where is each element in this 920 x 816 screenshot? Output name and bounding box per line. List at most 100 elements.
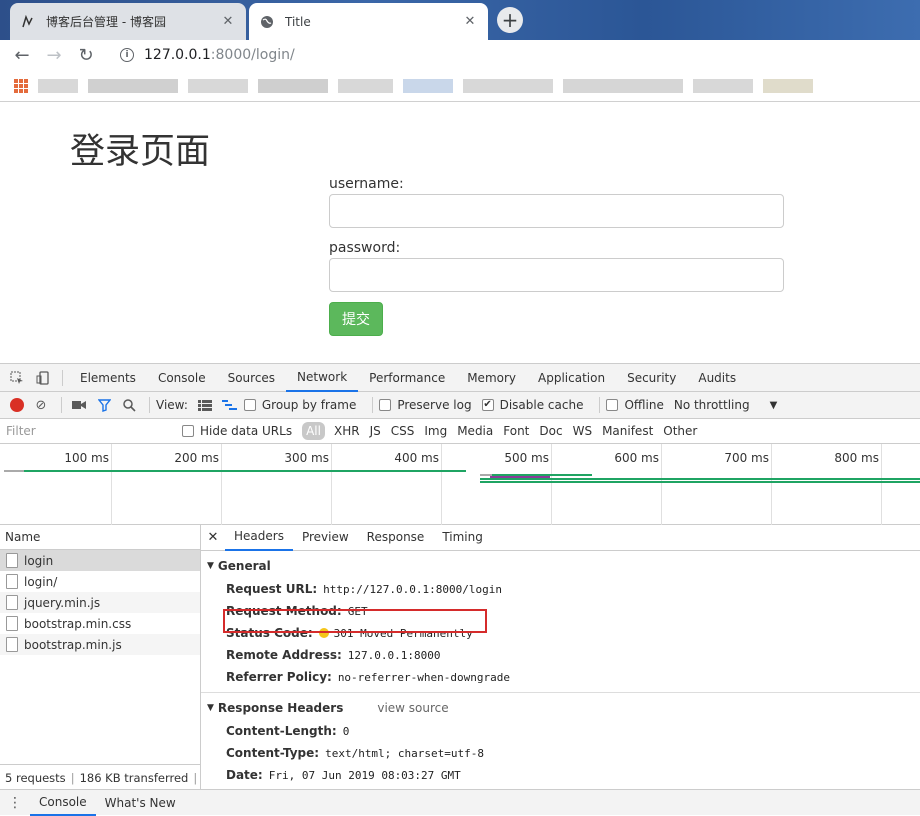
clear-icon[interactable]: ⊘ (30, 394, 52, 416)
tab-memory[interactable]: Memory (456, 364, 527, 392)
submit-button[interactable]: 提交 (329, 302, 383, 336)
forward-arrow-icon: → (46, 44, 62, 66)
tab-preview[interactable]: Preview (293, 524, 358, 551)
back-button[interactable]: ← (6, 41, 38, 69)
tab-close-icon[interactable]: ✕ (462, 14, 478, 29)
filter-input[interactable]: Filter (2, 421, 170, 441)
general-title: General (217, 559, 271, 573)
offline-checkbox[interactable]: Offline (606, 398, 664, 412)
offline-label: Offline (624, 398, 664, 412)
checkbox-checked-icon: ✔ (481, 399, 494, 411)
drawer-tab-console[interactable]: Console (30, 790, 96, 816)
tab-audits[interactable]: Audits (687, 364, 747, 392)
screenshot-capture-icon[interactable] (68, 394, 90, 416)
tab-network[interactable]: Network (286, 364, 359, 392)
filter-type-img[interactable]: Img (419, 424, 452, 438)
password-input[interactable] (329, 258, 784, 292)
device-toolbar-icon[interactable] (30, 364, 56, 392)
record-icon[interactable] (10, 398, 24, 412)
group-by-frame-checkbox[interactable]: Group by frame (243, 398, 356, 412)
blurred-bookmark[interactable] (463, 78, 553, 93)
filter-type-doc[interactable]: Doc (534, 424, 567, 438)
browser-tab-title[interactable]: Title ✕ (249, 3, 488, 40)
tab-close-icon[interactable]: ✕ (220, 14, 236, 29)
inspect-element-icon[interactable] (4, 364, 30, 392)
tab-security[interactable]: Security (616, 364, 687, 392)
tab-application[interactable]: Application (527, 364, 616, 392)
apps-icon[interactable] (14, 78, 28, 93)
close-details-icon[interactable]: ✕ (201, 530, 225, 545)
blurred-bookmark[interactable] (693, 78, 753, 93)
view-source-link[interactable]: view source (377, 701, 448, 715)
status-code-highlight-box (223, 609, 487, 633)
filter-type-font[interactable]: Font (498, 424, 534, 438)
tab-performance[interactable]: Performance (358, 364, 456, 392)
document-icon (6, 595, 18, 610)
reload-button[interactable]: ↻ (70, 41, 102, 69)
filter-type-js[interactable]: JS (365, 424, 386, 438)
filter-type-ws[interactable]: WS (568, 424, 597, 438)
disable-cache-checkbox[interactable]: ✔ Disable cache (481, 398, 583, 412)
blurred-bookmark[interactable] (338, 78, 393, 93)
name-column-header[interactable]: Name (0, 524, 200, 550)
back-arrow-icon: ← (14, 44, 30, 66)
document-icon (6, 616, 18, 631)
filter-icon[interactable] (93, 394, 115, 416)
timeline-request-bar (480, 478, 920, 480)
blurred-bookmark[interactable] (763, 78, 813, 93)
filter-type-xhr[interactable]: XHR (329, 424, 365, 438)
network-overview-timeline[interactable]: 100 ms 200 ms 300 ms 400 ms 500 ms 600 m… (0, 444, 920, 525)
drawer-tab-whats-new[interactable]: What's New (96, 790, 185, 816)
blurred-bookmark[interactable] (258, 78, 328, 93)
header-key: Request URL: (226, 582, 318, 596)
request-row-bootstrap-css[interactable]: bootstrap.min.css (0, 613, 200, 634)
browser-tab-cnblogs[interactable]: 博客后台管理 - 博客园 ✕ (10, 3, 246, 40)
blurred-bookmark[interactable] (563, 78, 683, 93)
tab-headers[interactable]: Headers (225, 524, 293, 551)
blurred-bookmark[interactable] (38, 78, 78, 93)
site-info-icon[interactable]: i (120, 48, 134, 62)
request-row-jquery[interactable]: jquery.min.js (0, 592, 200, 613)
header-value: 0 (342, 724, 350, 738)
forward-button[interactable]: → (38, 41, 70, 69)
username-input[interactable] (329, 194, 784, 228)
preserve-log-label: Preserve log (397, 398, 472, 412)
filter-type-media[interactable]: Media (452, 424, 498, 438)
header-key: Remote Address: (226, 648, 342, 662)
request-row-bootstrap-js[interactable]: bootstrap.min.js (0, 634, 200, 655)
address-bar[interactable]: i 127.0.0.1 :8000/login/ (108, 42, 920, 68)
preserve-log-checkbox[interactable]: Preserve log (379, 398, 472, 412)
header-key: Date: (226, 768, 263, 782)
new-tab-button[interactable]: + (497, 7, 523, 33)
blurred-bookmark[interactable] (88, 78, 178, 93)
filter-type-css[interactable]: CSS (386, 424, 420, 438)
collapse-triangle-icon: ▼ (207, 703, 214, 713)
document-icon (6, 553, 18, 568)
filter-type-other[interactable]: Other (658, 424, 702, 438)
request-row-login-slash[interactable]: login/ (0, 571, 200, 592)
url-host: 127.0.0.1 (144, 47, 211, 63)
dropdown-arrow-icon[interactable]: ▼ (770, 400, 778, 411)
hide-data-urls-checkbox[interactable]: Hide data URLs (182, 424, 292, 438)
drawer-menu-icon[interactable]: ⋮ (0, 795, 30, 811)
tab-elements[interactable]: Elements (69, 364, 147, 392)
filter-type-all[interactable]: All (302, 422, 325, 440)
header-value: Fri, 07 Jun 2019 08:03:27 GMT (268, 768, 461, 782)
header-key: Content-Length: (226, 724, 337, 738)
tab-timing[interactable]: Timing (433, 524, 492, 551)
blurred-bookmark[interactable] (188, 78, 248, 93)
general-section-header[interactable]: ▼ General (201, 554, 920, 578)
throttling-select[interactable]: No throttling (674, 398, 750, 412)
request-row-login[interactable]: login (0, 550, 200, 571)
divider (372, 397, 374, 413)
response-headers-section-header[interactable]: ▼ Response Headers view source (201, 696, 920, 720)
waterfall-icon[interactable] (219, 394, 241, 416)
large-rows-icon[interactable] (194, 394, 216, 416)
blurred-bookmark[interactable] (403, 78, 453, 93)
tab-response[interactable]: Response (358, 524, 434, 551)
request-name: login/ (24, 574, 58, 589)
tab-console[interactable]: Console (147, 364, 217, 392)
search-icon[interactable] (118, 394, 140, 416)
tab-sources[interactable]: Sources (217, 364, 286, 392)
filter-type-manifest[interactable]: Manifest (597, 424, 658, 438)
